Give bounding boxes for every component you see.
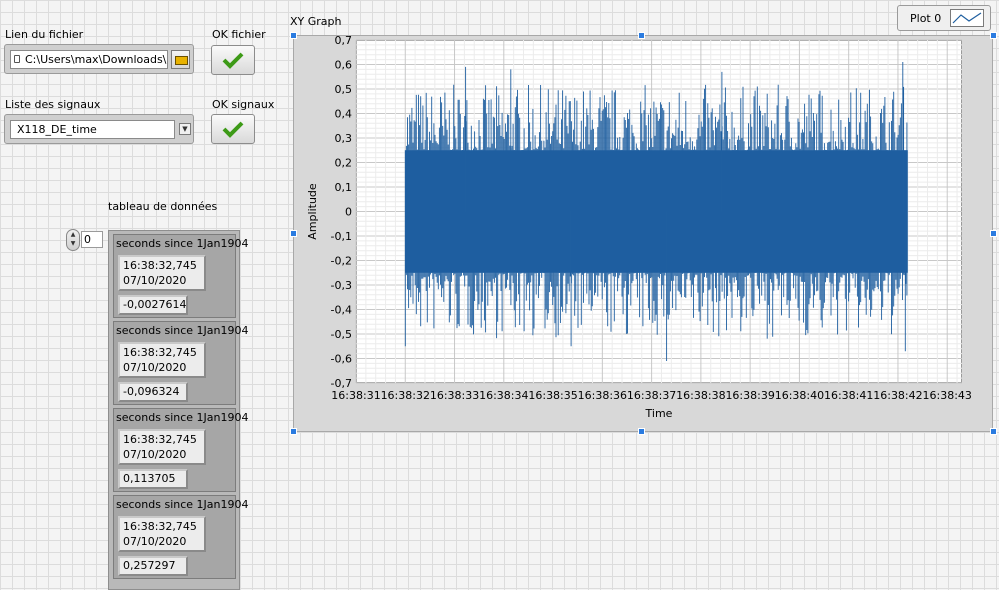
- timestamp-date: 07/10/2020: [123, 535, 187, 548]
- timestamp-date: 07/10/2020: [123, 448, 187, 461]
- timestamp-field: 16:38:32,745 07/10/2020: [118, 516, 206, 552]
- checkmark-icon: [222, 121, 244, 138]
- y-tick-label: 0,7: [335, 35, 353, 47]
- timestamp-field: 16:38:32,745 07/10/2020: [118, 255, 206, 291]
- value-field: -0,0027614: [118, 295, 188, 315]
- timestamp-time: 16:38:32,745: [123, 346, 197, 359]
- file-path-control: C:\Users\max\Downloads\: [4, 44, 194, 74]
- array-index-input[interactable]: 0: [81, 231, 103, 248]
- signal-line: [404, 62, 908, 361]
- file-path-value: C:\Users\max\Downloads\: [25, 53, 167, 66]
- x-tick-label: 16:38:34: [479, 389, 528, 402]
- x-tick-label: 16:38:37: [627, 389, 676, 402]
- ok-signal-label: OK signaux: [212, 98, 275, 111]
- timestamp-field: 16:38:32,745 07/10/2020: [118, 342, 206, 378]
- y-tick-label: -0,3: [331, 279, 352, 292]
- data-cluster: seconds since 1Jan1904 16:38:32,745 07/1…: [113, 321, 248, 405]
- cluster-title: seconds since 1Jan1904: [116, 411, 249, 424]
- timestamp-field: 16:38:32,745 07/10/2020: [118, 429, 206, 465]
- ok-signal-button[interactable]: [211, 114, 255, 144]
- graph-title: XY Graph: [290, 15, 342, 28]
- y-tick-label: -0,6: [331, 353, 352, 366]
- data-cluster: seconds since 1Jan1904 16:38:32,745 07/1…: [113, 408, 248, 492]
- plot-legend[interactable]: Plot 0: [897, 5, 991, 31]
- y-tick-label: 0,2: [335, 157, 353, 170]
- browse-button[interactable]: [171, 50, 190, 69]
- value-field: 0,113705: [118, 469, 188, 489]
- signal-list-label: Liste des signaux: [5, 98, 101, 111]
- y-tick-label: -0,4: [331, 304, 352, 317]
- x-tick-label: 16:38:31: [331, 389, 380, 402]
- folder-icon: [175, 56, 188, 65]
- x-tick-label: 16:38:40: [775, 389, 824, 402]
- cluster-title: seconds since 1Jan1904: [116, 498, 249, 511]
- y-axis-label: Amplitude: [306, 183, 319, 240]
- timestamp-time: 16:38:32,745: [123, 259, 197, 272]
- y-tick-label: -0,2: [331, 255, 352, 268]
- y-tick-label: -0,1: [331, 230, 352, 243]
- x-tick-label: 16:38:33: [430, 389, 479, 402]
- signal-selector: X118_DE_time ▼: [4, 114, 194, 144]
- y-tick-label: 0,5: [335, 83, 353, 96]
- lock-icon: [14, 55, 20, 63]
- legend-plot-name: Plot 0: [910, 12, 942, 25]
- y-tick-label: 0: [345, 206, 352, 219]
- x-tick-label: 16:38:38: [676, 389, 725, 402]
- file-path-input[interactable]: C:\Users\max\Downloads\: [10, 50, 168, 69]
- timestamp-date: 07/10/2020: [123, 361, 187, 374]
- y-tick-label: 0,6: [335, 59, 353, 72]
- data-array: seconds since 1Jan1904 16:38:32,745 07/1…: [108, 230, 248, 590]
- value-field: -0,096324: [118, 382, 188, 402]
- ok-file-label: OK fichier: [212, 28, 266, 41]
- y-tick-label: 0,4: [335, 108, 353, 121]
- file-path-label: Lien du fichier: [5, 28, 84, 41]
- dropdown-arrow-icon[interactable]: ▼: [179, 123, 191, 135]
- signal-select[interactable]: X118_DE_time: [10, 120, 175, 139]
- timestamp-date: 07/10/2020: [123, 274, 187, 287]
- value-field: 0,257297: [118, 556, 188, 576]
- cluster-title: seconds since 1Jan1904: [116, 237, 249, 250]
- x-tick-label: 16:38:43: [923, 389, 972, 402]
- timestamp-time: 16:38:32,745: [123, 433, 197, 446]
- y-tick-label: 0,1: [335, 181, 353, 194]
- x-tick-label: 16:38:41: [824, 389, 873, 402]
- timestamp-time: 16:38:32,745: [123, 520, 197, 533]
- x-tick-label: 16:38:39: [725, 389, 774, 402]
- data-table-label: tableau de données: [108, 200, 218, 213]
- x-tick-label: 16:38:35: [528, 389, 577, 402]
- index-spinner[interactable]: ▲ ▼: [66, 229, 80, 251]
- checkmark-icon: [222, 52, 244, 69]
- y-tick-label: 0,3: [335, 132, 353, 145]
- ok-file-button[interactable]: [211, 45, 255, 75]
- x-tick-label: 16:38:32: [381, 389, 430, 402]
- y-tick-label: -0,5: [331, 328, 352, 341]
- data-cluster: seconds since 1Jan1904 16:38:32,745 07/1…: [113, 234, 248, 318]
- plot-line-swatch-icon: [950, 9, 984, 27]
- cluster-title: seconds since 1Jan1904: [116, 324, 249, 337]
- x-axis-label: Time: [645, 407, 673, 420]
- data-cluster: seconds since 1Jan1904 16:38:32,745 07/1…: [113, 495, 248, 579]
- chart-svg: 0,7 0,6 0,5 0,4 0,3 0,2 0,1 0 -0,1 -0,2 -0,3 -0,4 -0…: [306, 35, 972, 420]
- x-tick-label: 16:38:42: [873, 389, 922, 402]
- x-tick-label: 16:38:36: [578, 389, 627, 402]
